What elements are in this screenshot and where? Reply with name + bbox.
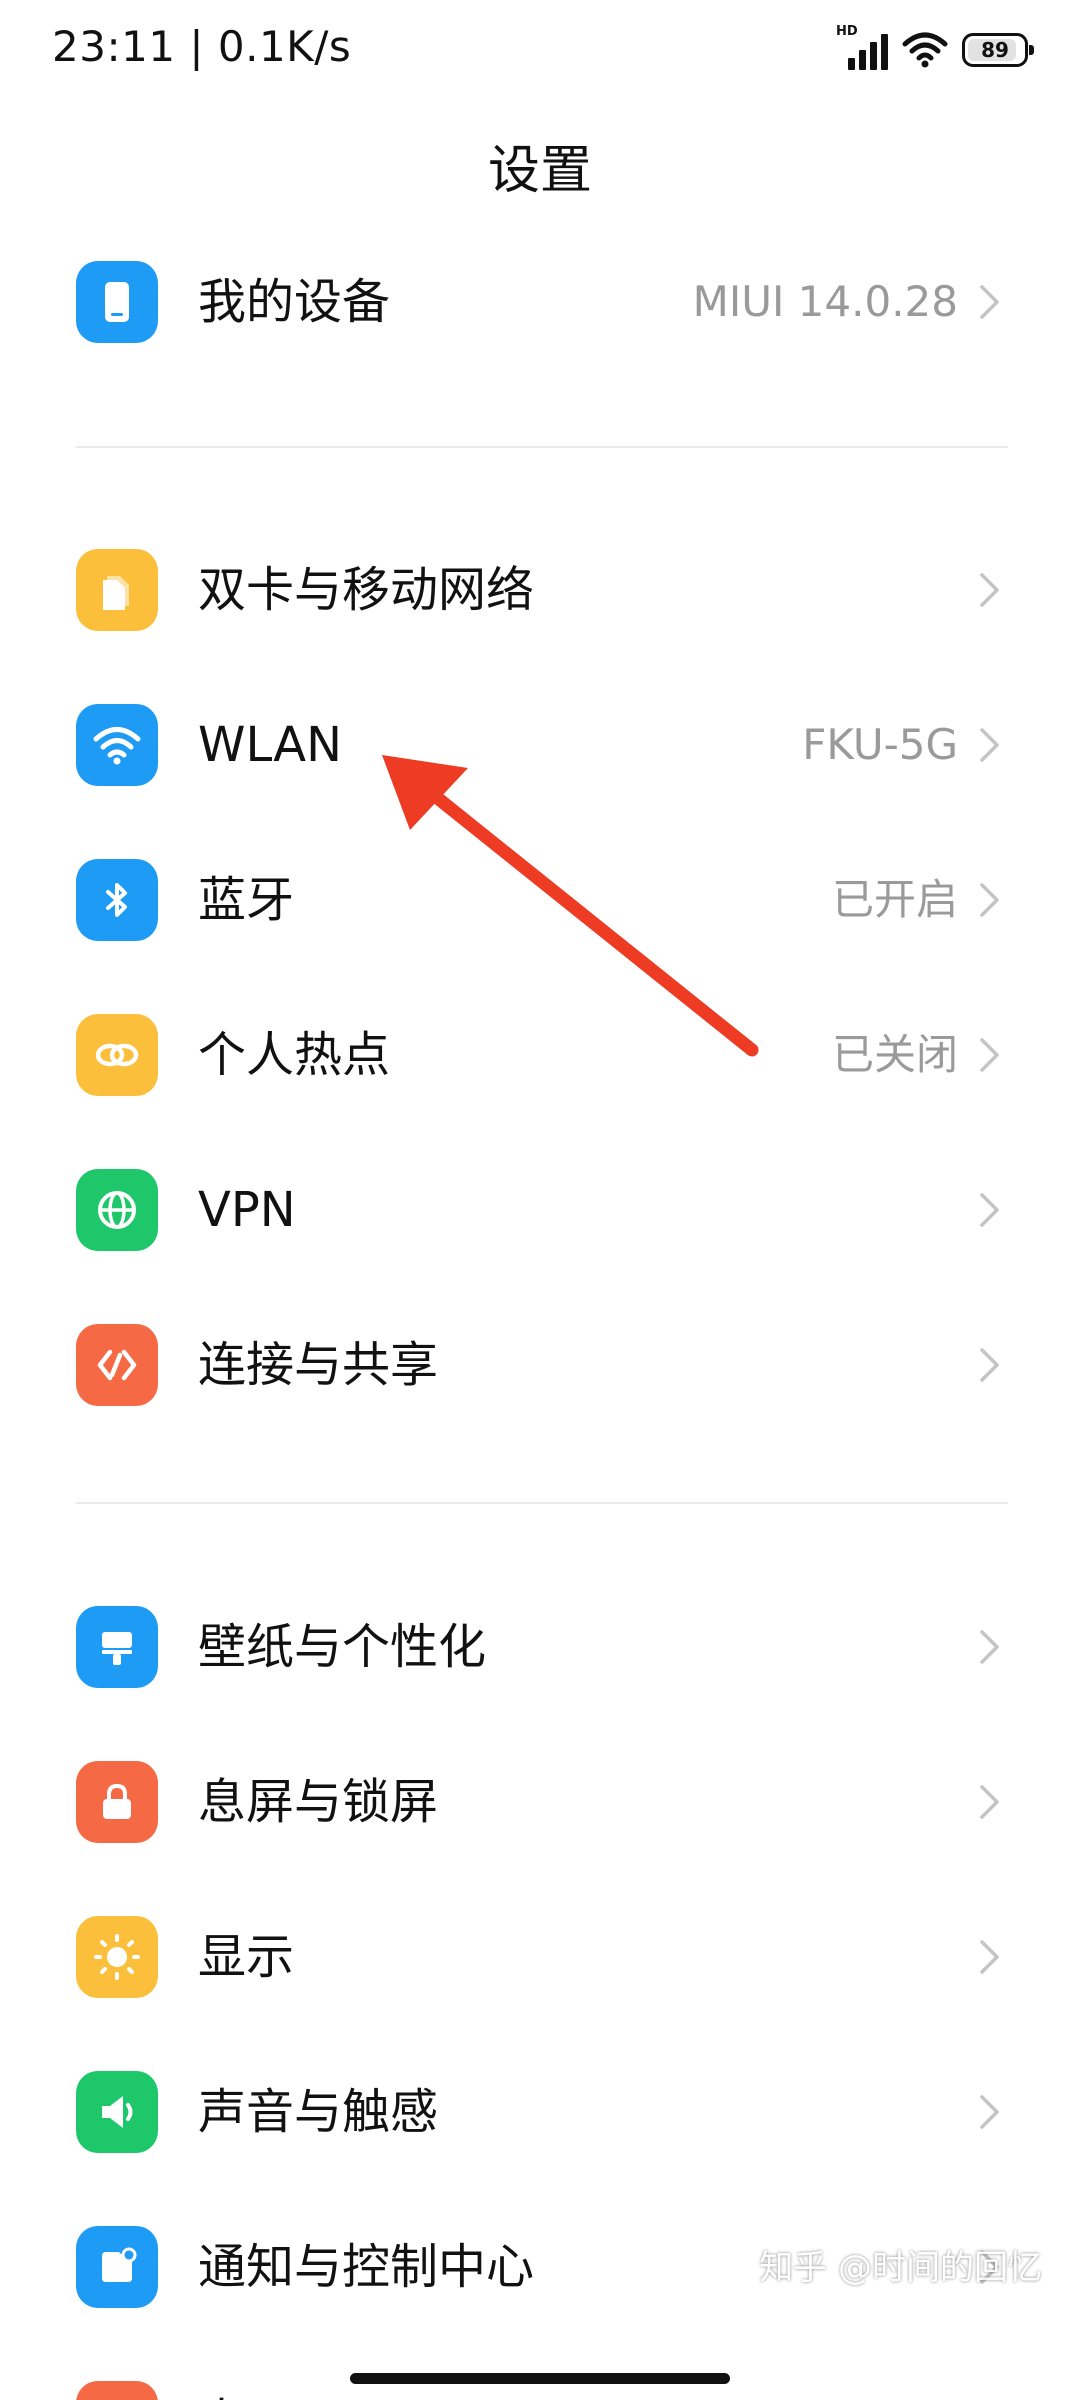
row-label: WLAN [198,717,343,773]
row-value: FKU-5G [802,720,958,769]
chevron-right-icon [968,1344,1008,1386]
globe-icon [76,1169,158,1251]
settings-row-connection-sharing[interactable]: 连接与共享 [0,1300,1080,1430]
sun-icon [76,1916,158,1998]
row-label: 通知与控制中心 [198,2239,535,2295]
settings-row-display[interactable]: 显示 [0,1892,1080,2022]
chevron-right-icon [968,281,1008,323]
bluetooth-icon [76,859,158,941]
row-label: 连接与共享 [198,1337,439,1393]
row-value: 已开启 [831,875,958,924]
home-icon [76,2381,158,2400]
settings-screen: 23:11 | 0.1K/s HD 89 设置 我的设备 MIUI 14.0.2… [0,0,1080,2400]
wifi-icon [76,704,158,786]
chevron-right-icon [968,2091,1008,2133]
watermark: 知乎 @时间的回忆 [759,2248,1042,2288]
settings-row-sound[interactable]: 声音与触感 [0,2047,1080,2177]
row-label: 壁纸与个性化 [198,1619,487,1675]
battery-icon: 89 [962,33,1034,67]
chevron-right-icon [968,1936,1008,1978]
brush-icon [76,1606,158,1688]
notification-icon [76,2226,158,2308]
row-value: MIUI 14.0.28 [692,277,958,326]
phone-icon [76,261,158,343]
row-label: 显示 [198,1929,295,1985]
chevron-right-icon [968,1034,1008,1076]
share-link-icon [76,1324,158,1406]
status-icons: HD 89 [836,24,1034,72]
row-label: 双卡与移动网络 [198,562,535,618]
row-label: 蓝牙 [198,872,295,928]
row-label: 我的设备 [198,274,391,330]
chevron-right-icon [968,724,1008,766]
page-title: 设置 [487,141,592,201]
section-divider [76,446,1008,448]
chevron-right-icon [968,1781,1008,1823]
row-value: 已关闭 [831,1030,958,1079]
status-time-speed: 23:11 | 0.1K/s [52,22,352,71]
settings-row-sim-network[interactable]: 双卡与移动网络 [0,525,1080,655]
row-label: 息屏与锁屏 [198,1774,439,1830]
row-label: 桌面 [198,2393,294,2400]
sim-card-icon [76,549,158,631]
settings-row-wlan[interactable]: WLAN FKU-5G [0,680,1080,810]
settings-row-wallpaper[interactable]: 壁纸与个性化 [0,1582,1080,1712]
hotspot-icon [76,1014,158,1096]
status-bar: 23:11 | 0.1K/s HD 89 [0,0,1080,100]
chevron-right-icon [968,569,1008,611]
row-label: 个人热点 [198,1027,391,1083]
chevron-right-icon [968,879,1008,921]
speaker-icon [76,2071,158,2153]
settings-row-my-device[interactable]: 我的设备 MIUI 14.0.28 [0,237,1080,367]
section-divider [76,1502,1008,1504]
chevron-right-icon [968,1626,1008,1668]
home-indicator[interactable] [350,2373,730,2384]
settings-row-bluetooth[interactable]: 蓝牙 已开启 [0,835,1080,965]
settings-row-lock-screen[interactable]: 息屏与锁屏 [0,1737,1080,1867]
row-label: VPN [198,1182,296,1238]
signal-strength-icon: HD [836,24,888,70]
lock-icon [76,1761,158,1843]
battery-level: 89 [981,38,1009,62]
row-label: 声音与触感 [198,2084,439,2140]
chevron-right-icon [968,1189,1008,1231]
wifi-status-icon [902,32,948,68]
settings-row-vpn[interactable]: VPN [0,1145,1080,1275]
settings-row-hotspot[interactable]: 个人热点 已关闭 [0,990,1080,1120]
